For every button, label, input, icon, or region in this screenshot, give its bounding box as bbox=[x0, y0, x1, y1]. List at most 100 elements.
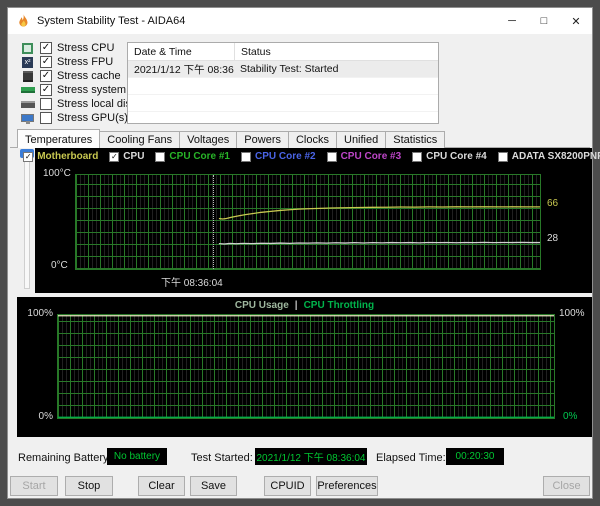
remaining-battery-value: No battery bbox=[107, 448, 167, 465]
usage-axis-min-left: 0% bbox=[38, 411, 53, 422]
legend-cpu-checkbox[interactable]: ✓ bbox=[109, 151, 120, 162]
tab-unified[interactable]: Unified bbox=[336, 131, 387, 148]
temp-axis-min-label: 0°C bbox=[51, 260, 68, 271]
cpu-current-value: 28 bbox=[547, 233, 559, 244]
usage-chart-title: CPU Usage | CPU Throttling bbox=[17, 300, 592, 311]
legend-item-cpu: ✓ CPU bbox=[109, 151, 144, 162]
client-area: ✓ Stress CPU x² ✓ Stress FPU ✓ Stress ca… bbox=[8, 34, 600, 498]
app-window: System Stability Test - AIDA64 ─ □ ✕ ✓ S… bbox=[7, 7, 600, 499]
column-header-datetime[interactable]: Date & Time bbox=[128, 43, 235, 60]
aida64-flame-icon bbox=[19, 13, 28, 27]
legend-adata-label: ADATA SX8200PNP bbox=[511, 151, 600, 162]
usage-axis-max-left: 100% bbox=[27, 308, 53, 319]
stress-gpu-label: Stress GPU(s) bbox=[57, 112, 128, 124]
legend-cpu-label: CPU bbox=[123, 151, 145, 162]
test-start-time-label: 下午 08:36:04 bbox=[161, 278, 223, 289]
test-started-value: 2021/1/12 下午 08:36:04 bbox=[255, 448, 367, 465]
stress-memory-checkbox[interactable]: ✓ bbox=[40, 84, 52, 96]
stress-fpu-label: Stress FPU bbox=[57, 56, 114, 68]
time-scale-slider[interactable] bbox=[20, 149, 34, 291]
legend-motherboard-label: Motherboard bbox=[37, 151, 99, 162]
tab-voltages[interactable]: Voltages bbox=[179, 131, 238, 148]
elapsed-time-value: 00:20:30 bbox=[446, 448, 504, 465]
test-started-label: Test Started: bbox=[191, 452, 253, 464]
usage-series bbox=[58, 315, 554, 418]
disk-icon bbox=[20, 98, 35, 110]
elapsed-time-label: Elapsed Time: bbox=[376, 452, 446, 464]
log-row-empty bbox=[128, 112, 438, 123]
legend-motherboard-checkbox[interactable]: ✓ bbox=[23, 151, 34, 162]
legend-core1-checkbox[interactable]: ✓ bbox=[155, 151, 166, 162]
temperature-plot bbox=[75, 174, 541, 270]
log-row-status: Stability Test: Started bbox=[240, 63, 339, 75]
fpu-icon: x² bbox=[20, 56, 35, 68]
window-controls: ─ □ ✕ bbox=[496, 8, 592, 34]
legend-core2-label: CPU Core #2 bbox=[255, 151, 316, 162]
log-row-datetime: 2021/1/12 下午 08:36:04 bbox=[134, 63, 234, 76]
stress-disks-checkbox[interactable]: ✓ bbox=[40, 98, 52, 110]
stress-cache-label: Stress cache bbox=[57, 70, 121, 82]
stress-cache-checkbox[interactable]: ✓ bbox=[40, 70, 52, 82]
clear-button[interactable]: Clear bbox=[138, 476, 185, 496]
slider-track[interactable] bbox=[24, 151, 30, 289]
save-button[interactable]: Save bbox=[190, 476, 237, 496]
usage-title-separator: | bbox=[294, 300, 298, 311]
maximize-button[interactable]: □ bbox=[528, 8, 560, 34]
temperature-chart-panel: ✓ Motherboard ✓ CPU ✓ CPU Core #1 ✓ CPU … bbox=[23, 148, 600, 293]
remaining-battery-label: Remaining Battery: bbox=[18, 452, 112, 464]
close-button[interactable]: Close bbox=[543, 476, 590, 496]
log-table-header: Date & Time Status bbox=[128, 43, 438, 61]
legend-adata-checkbox[interactable]: ✓ bbox=[497, 151, 508, 162]
stop-button[interactable]: Stop bbox=[65, 476, 113, 496]
screen: System Stability Test - AIDA64 ─ □ ✕ ✓ S… bbox=[0, 0, 600, 506]
log-row-empty bbox=[128, 78, 438, 95]
tab-cooling-fans[interactable]: Cooling Fans bbox=[99, 131, 181, 148]
legend-core4-checkbox[interactable]: ✓ bbox=[412, 151, 423, 162]
cpuid-button[interactable]: CPUID bbox=[264, 476, 311, 496]
usage-plot bbox=[57, 314, 555, 419]
legend-item-cpu-core-3: ✓ CPU Core #3 bbox=[326, 151, 402, 162]
legend-core4-label: CPU Core #4 bbox=[426, 151, 487, 162]
tab-clocks[interactable]: Clocks bbox=[287, 131, 337, 148]
temperature-legend: ✓ Motherboard ✓ CPU ✓ CPU Core #1 ✓ CPU … bbox=[23, 151, 600, 162]
event-log-table[interactable]: Date & Time Status 2021/1/12 下午 08:36:04… bbox=[127, 42, 439, 124]
stress-fpu-checkbox[interactable]: ✓ bbox=[40, 56, 52, 68]
legend-item-motherboard: ✓ Motherboard bbox=[23, 151, 98, 162]
usage-current-value: 100% bbox=[559, 308, 585, 319]
usage-title-left: CPU Usage bbox=[234, 300, 289, 311]
legend-item-cpu-core-1: ✓ CPU Core #1 bbox=[155, 151, 230, 162]
tab-powers[interactable]: Powers bbox=[236, 131, 289, 148]
legend-item-cpu-core-4: ✓ CPU Core #4 bbox=[412, 151, 487, 162]
memory-icon bbox=[20, 84, 35, 96]
legend-item-adata-drive: ✓ ADATA SX8200PNP bbox=[497, 151, 600, 162]
cpu-icon bbox=[20, 42, 35, 54]
stress-gpu-checkbox[interactable]: ✓ bbox=[40, 112, 52, 124]
start-button[interactable]: Start bbox=[10, 476, 58, 496]
legend-core3-checkbox[interactable]: ✓ bbox=[326, 151, 337, 162]
cpu-usage-chart-panel: CPU Usage | CPU Throttling 100% 0% 100% … bbox=[17, 297, 592, 437]
usage-title-right: CPU Throttling bbox=[303, 300, 375, 311]
legend-core3-label: CPU Core #3 bbox=[340, 151, 402, 162]
minimize-button[interactable]: ─ bbox=[496, 8, 528, 34]
legend-core1-label: CPU Core #1 bbox=[169, 151, 230, 162]
motherboard-current-value: 66 bbox=[547, 198, 559, 209]
temp-axis-max-label: 100°C bbox=[43, 168, 71, 179]
column-header-status[interactable]: Status bbox=[235, 43, 438, 60]
window-title: System Stability Test - AIDA64 bbox=[37, 15, 186, 27]
legend-item-cpu-core-2: ✓ CPU Core #2 bbox=[241, 151, 316, 162]
close-window-button[interactable]: ✕ bbox=[560, 8, 592, 34]
gpu-icon bbox=[20, 112, 35, 124]
stress-cpu-checkbox[interactable]: ✓ bbox=[40, 42, 52, 54]
tab-statistics[interactable]: Statistics bbox=[385, 131, 446, 148]
throttling-current-value: 0% bbox=[563, 411, 578, 422]
tab-temperatures[interactable]: Temperatures bbox=[17, 129, 101, 148]
log-row[interactable]: 2021/1/12 下午 08:36:04 Stability Test: St… bbox=[128, 61, 438, 78]
tab-strip: Temperatures Cooling Fans Voltages Power… bbox=[17, 129, 446, 148]
cache-icon bbox=[20, 70, 35, 82]
title-bar: System Stability Test - AIDA64 ─ □ ✕ bbox=[8, 8, 592, 34]
stress-cpu-label: Stress CPU bbox=[57, 42, 115, 54]
log-row-empty bbox=[128, 95, 438, 112]
preferences-button[interactable]: Preferences bbox=[316, 476, 378, 496]
temperature-series bbox=[218, 206, 540, 245]
legend-core2-checkbox[interactable]: ✓ bbox=[241, 151, 251, 162]
